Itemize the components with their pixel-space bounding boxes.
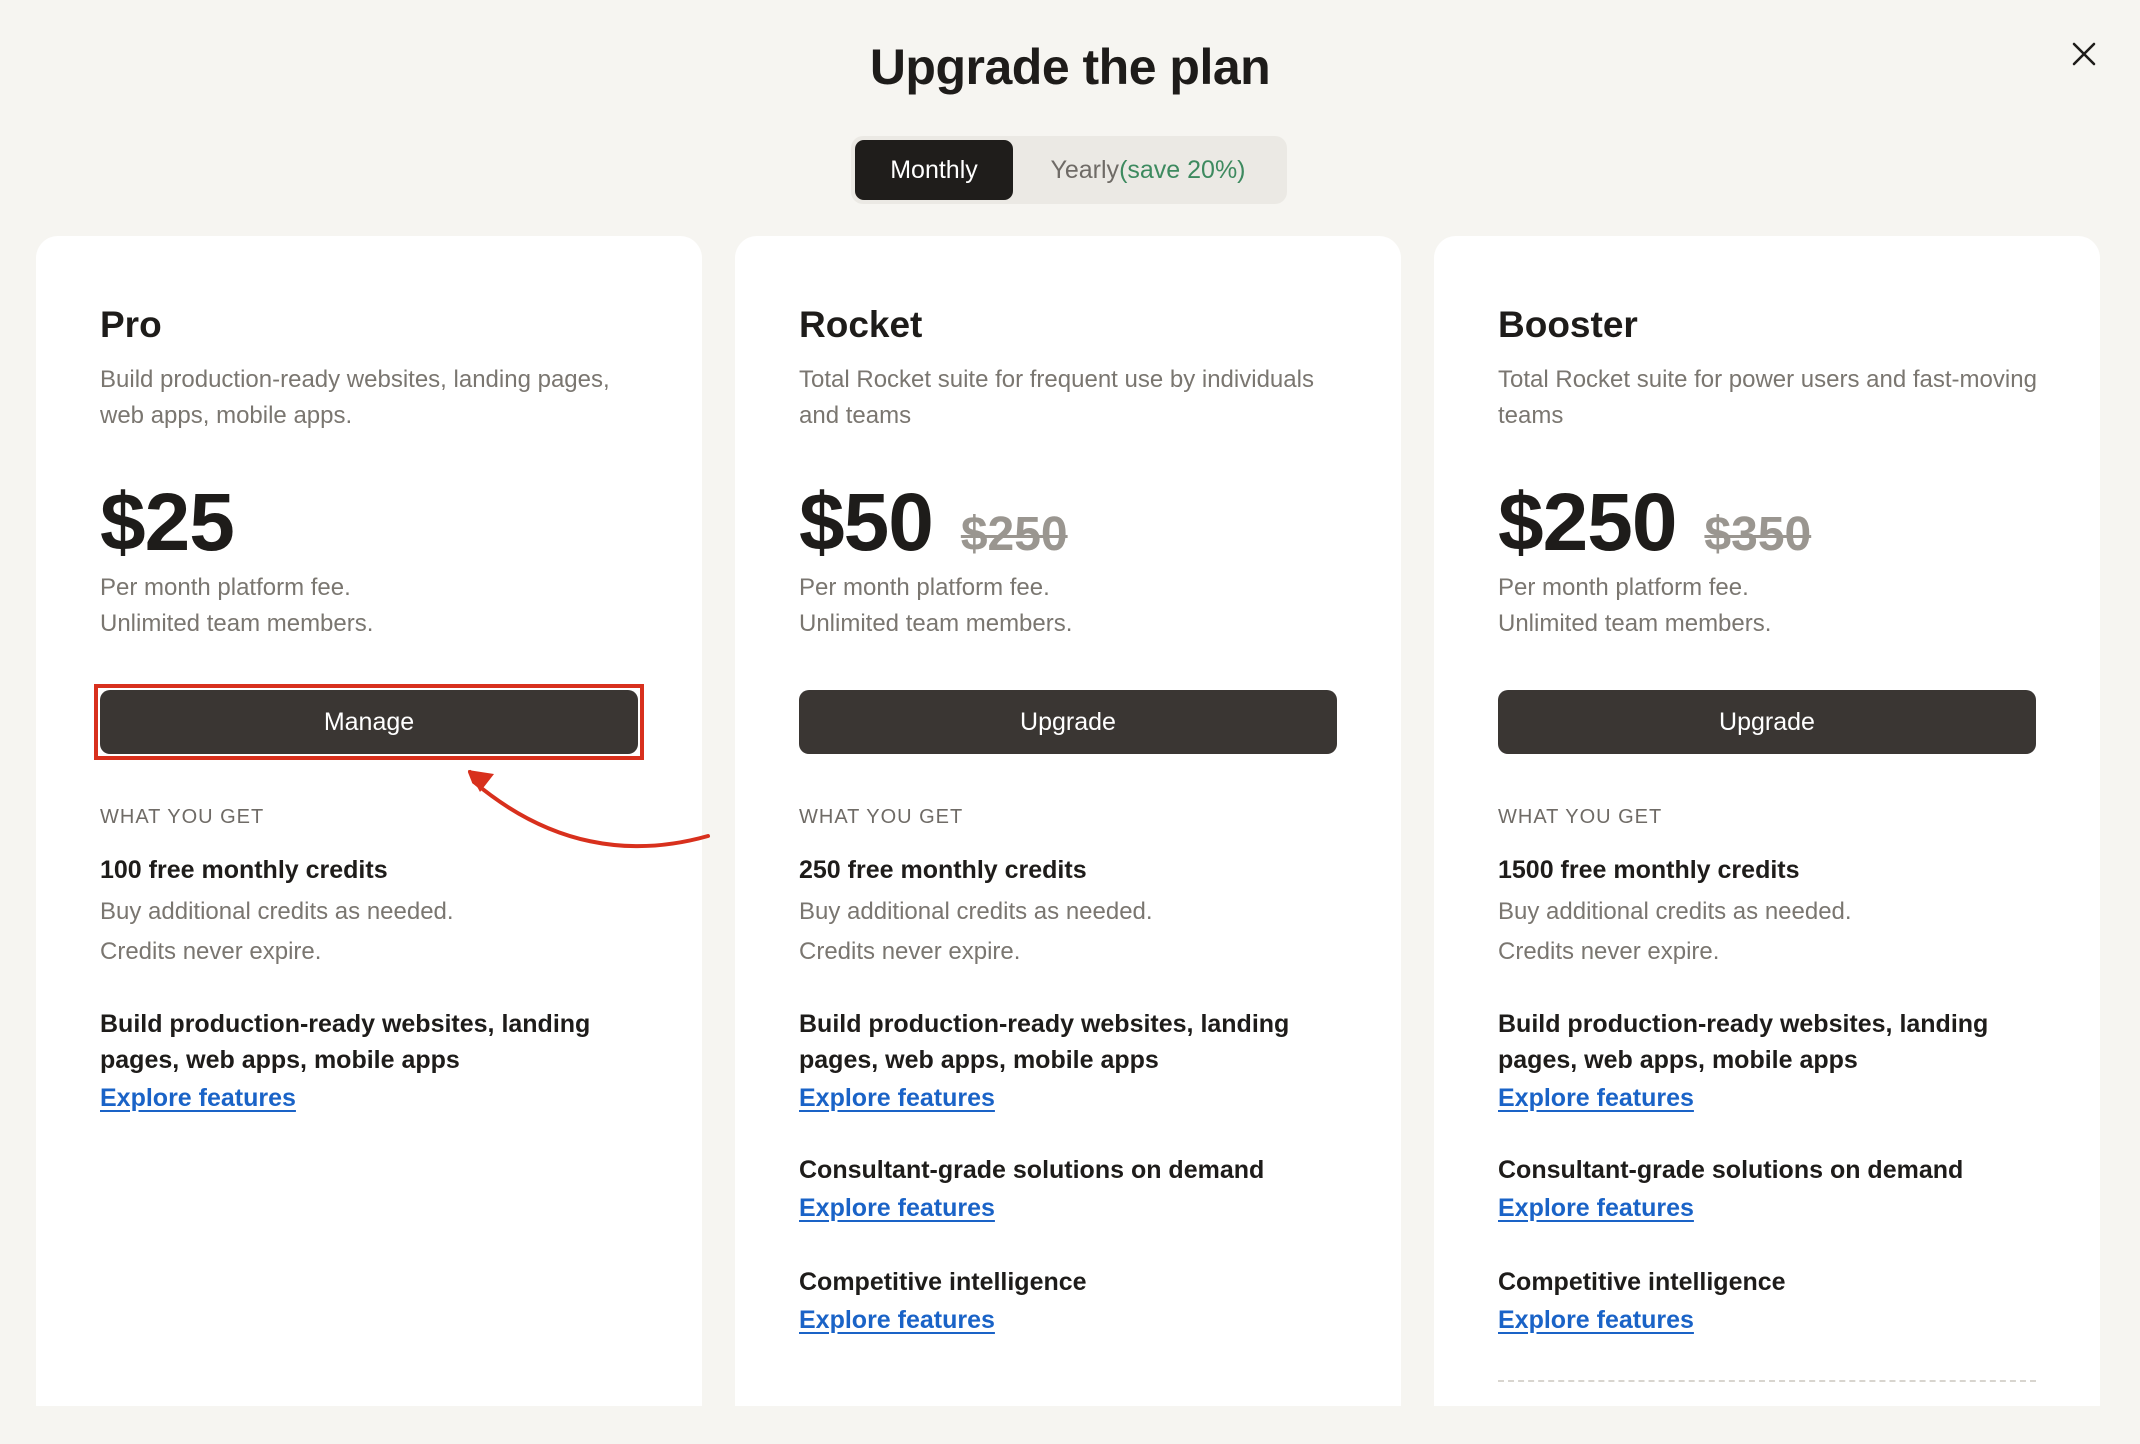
feature-block: Build production-ready websites, landing… — [100, 1006, 660, 1113]
what-you-get-heading: WHAT YOU GET — [1498, 806, 1663, 828]
explore-features-link[interactable]: Explore features — [799, 1194, 995, 1223]
fee-line: Per month platform fee. — [100, 574, 351, 601]
close-icon[interactable] — [2071, 41, 2097, 67]
plan-old-price: $350 — [1704, 508, 1812, 561]
credits-block: 250 free monthly credits Buy additional … — [799, 852, 1359, 972]
credits-title: 1500 free monthly credits — [1498, 856, 1800, 884]
feature-title: Competitive intelligence — [1498, 1268, 1786, 1296]
divider — [1498, 1380, 2036, 1382]
plan-price: $250 — [1498, 477, 1677, 568]
feature-block: Build production-ready websites, landing… — [1498, 1006, 2058, 1113]
manage-button[interactable]: Manage — [100, 690, 638, 754]
plan-description: Build production-ready websites, landing… — [100, 366, 610, 429]
billing-toggle: Monthly Yearly (save 20%) — [851, 136, 1287, 204]
close-button[interactable] — [2064, 34, 2104, 74]
fee-line: Per month platform fee. — [1498, 574, 1749, 601]
plan-old-price: $250 — [960, 508, 1068, 561]
feature-block: Consultant-grade solutions on demand Exp… — [799, 1152, 1359, 1223]
what-you-get-heading: WHAT YOU GET — [100, 806, 265, 828]
plan-card-rocket: Rocket Total Rocket suite for frequent u… — [735, 236, 1401, 1406]
fee-text: Per month platform fee. Unlimited team m… — [100, 570, 373, 642]
fee-text: Per month platform fee. Unlimited team m… — [799, 570, 1072, 642]
yearly-toggle-button[interactable]: Yearly (save 20%) — [1013, 140, 1283, 200]
fee-line: Per month platform fee. — [799, 574, 1050, 601]
upgrade-button[interactable]: Upgrade — [799, 690, 1337, 754]
credits-sub: Credits never expire. — [1498, 938, 1720, 965]
fee-line: Unlimited team members. — [1498, 610, 1772, 637]
fee-line: Unlimited team members. — [100, 610, 374, 637]
feature-title: Build production-ready websites, landing… — [799, 1010, 1290, 1074]
fee-text: Per month platform fee. Unlimited team m… — [1498, 570, 1771, 642]
yearly-save-badge: (save 20%) — [1119, 155, 1246, 184]
plan-name: Pro — [100, 304, 162, 345]
price-row: $50 $250 — [799, 476, 1068, 570]
feature-title: Consultant-grade solutions on demand — [799, 1156, 1265, 1184]
page-title: Upgrade the plan — [869, 39, 1271, 95]
explore-features-link[interactable]: Explore features — [100, 1084, 296, 1113]
credits-sub: Buy additional credits as needed. — [799, 898, 1153, 925]
feature-block: Competitive intelligence Explore feature… — [799, 1264, 1359, 1335]
feature-title: Competitive intelligence — [799, 1268, 1087, 1296]
monthly-toggle-button[interactable]: Monthly — [855, 140, 1013, 200]
upgrade-button[interactable]: Upgrade — [1498, 690, 2036, 754]
annotation-arrow — [468, 770, 710, 849]
what-you-get-heading: WHAT YOU GET — [799, 806, 964, 828]
price-row: $250 $350 — [1498, 476, 1811, 570]
plan-description: Total Rocket suite for frequent use by i… — [799, 366, 1314, 429]
fee-line: Unlimited team members. — [799, 610, 1073, 637]
credits-sub: Credits never expire. — [100, 938, 322, 965]
explore-features-link[interactable]: Explore features — [1498, 1084, 1694, 1113]
feature-title: Build production-ready websites, landing… — [1498, 1010, 1989, 1074]
explore-features-link[interactable]: Explore features — [799, 1084, 995, 1113]
explore-features-link[interactable]: Explore features — [1498, 1306, 1694, 1335]
feature-block: Competitive intelligence Explore feature… — [1498, 1264, 2058, 1335]
credits-sub: Buy additional credits as needed. — [100, 898, 454, 925]
plan-price: $25 — [100, 477, 235, 568]
price-row: $25 — [100, 476, 235, 570]
credits-sub: Buy additional credits as needed. — [1498, 898, 1852, 925]
explore-features-link[interactable]: Explore features — [1498, 1194, 1694, 1223]
credits-block: 100 free monthly credits Buy additional … — [100, 852, 660, 972]
feature-block: Consultant-grade solutions on demand Exp… — [1498, 1152, 2058, 1223]
plan-name: Rocket — [799, 304, 923, 345]
plan-price: $50 — [799, 477, 934, 568]
plan-card-booster: Booster Total Rocket suite for power use… — [1434, 236, 2100, 1406]
plan-name: Booster — [1498, 304, 1638, 345]
credits-block: 1500 free monthly credits Buy additional… — [1498, 852, 2058, 972]
feature-block: Build production-ready websites, landing… — [799, 1006, 1359, 1113]
monthly-label: Monthly — [890, 155, 978, 184]
yearly-label: Yearly — [1050, 155, 1120, 184]
explore-features-link[interactable]: Explore features — [799, 1306, 995, 1335]
feature-title: Consultant-grade solutions on demand — [1498, 1156, 1964, 1184]
credits-sub: Credits never expire. — [799, 938, 1021, 965]
plan-description: Total Rocket suite for power users and f… — [1498, 366, 2037, 429]
credits-title: 250 free monthly credits — [799, 856, 1087, 884]
feature-title: Build production-ready websites, landing… — [100, 1010, 591, 1074]
